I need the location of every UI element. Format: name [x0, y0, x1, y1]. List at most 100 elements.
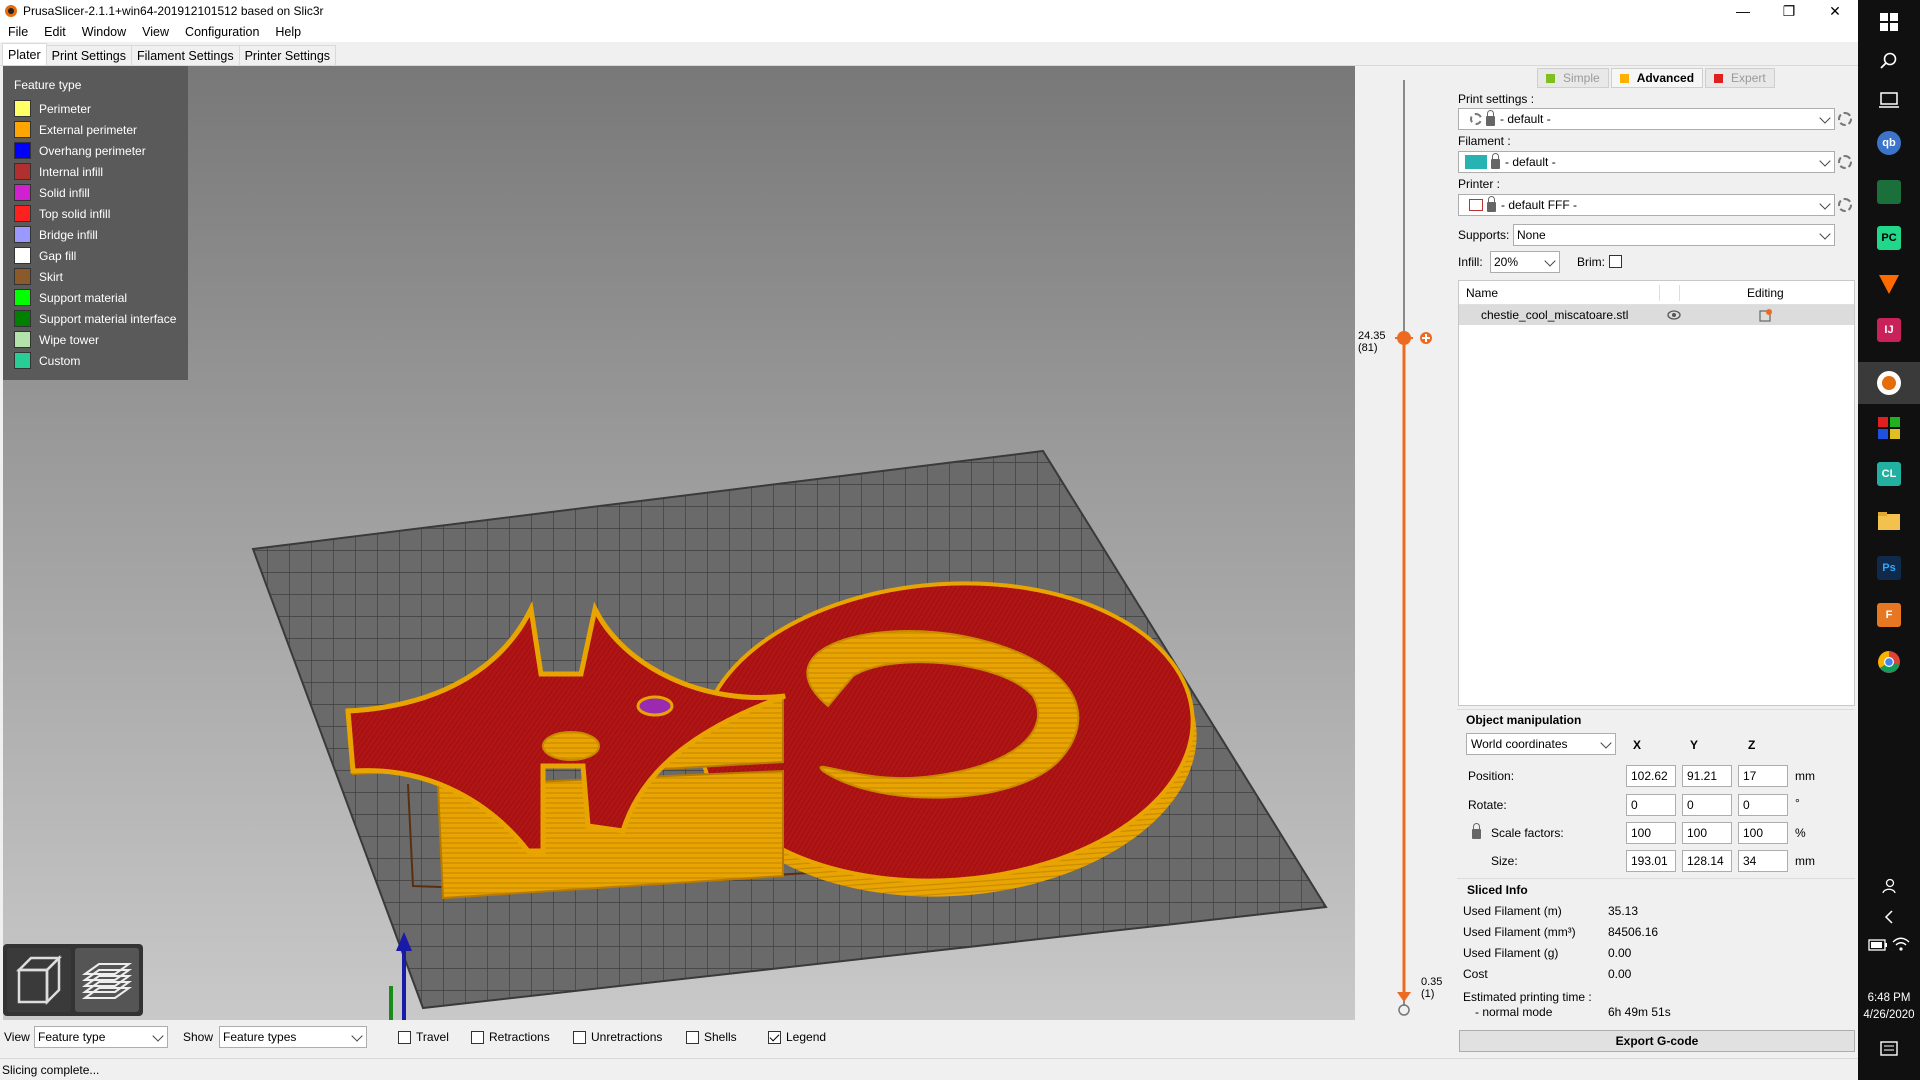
legend-label: Overhang perimeter	[39, 143, 146, 158]
axis-x-label: X	[1633, 738, 1642, 752]
show-select[interactable]: Feature types	[219, 1026, 367, 1048]
print-settings-select[interactable]: - default -	[1458, 108, 1835, 130]
view-type-select[interactable]: Feature type	[34, 1026, 168, 1048]
legend-swatch	[14, 289, 31, 306]
scale-x-input[interactable]: 100	[1626, 822, 1676, 844]
infill-select[interactable]: 20%	[1490, 251, 1560, 273]
chrome-icon[interactable]	[1877, 650, 1901, 674]
scale-unit: %	[1795, 826, 1806, 840]
size-y-input[interactable]: 128.14	[1682, 850, 1732, 872]
media-app-icon[interactable]	[1877, 180, 1901, 204]
close-button[interactable]: ✕	[1812, 0, 1858, 22]
mode-advanced-button[interactable]: Advanced	[1610, 68, 1704, 88]
mode-simple-button[interactable]: Simple	[1537, 68, 1609, 88]
rotate-y-input[interactable]: 0	[1682, 794, 1732, 816]
legend-swatch	[14, 142, 31, 159]
tab-plater[interactable]: Plater	[2, 43, 47, 65]
gcode-preview-canvas[interactable]: Feature type Perimeter External perimete…	[3, 66, 1355, 1020]
export-gcode-button[interactable]: Export G-code	[1459, 1030, 1855, 1052]
brim-checkbox[interactable]	[1609, 255, 1622, 268]
menu-configuration[interactable]: Configuration	[177, 25, 267, 39]
legend-label: External perimeter	[39, 122, 138, 137]
app-f-icon[interactable]: F	[1877, 603, 1901, 627]
eye-icon[interactable]	[1667, 309, 1681, 321]
scale-z-input[interactable]: 100	[1738, 822, 1788, 844]
travel-checkbox[interactable]: Travel	[398, 1030, 449, 1044]
legend-checkbox[interactable]: Legend	[768, 1030, 826, 1044]
purple-solid-infill	[636, 695, 674, 717]
retractions-checkbox[interactable]: Retractions	[471, 1030, 550, 1044]
printer-value: - default FFF -	[1501, 198, 1578, 212]
position-y-input[interactable]: 91.21	[1682, 765, 1732, 787]
menu-window[interactable]: Window	[74, 25, 134, 39]
minimize-button[interactable]: —	[1720, 0, 1766, 22]
menu-file[interactable]: File	[0, 25, 36, 39]
clock-date[interactable]: 4/26/2020	[1858, 1009, 1920, 1021]
retractions-label: Retractions	[489, 1030, 550, 1044]
triangle-app-icon[interactable]	[1877, 272, 1901, 296]
shells-checkbox[interactable]: Shells	[686, 1030, 737, 1044]
size-z-input[interactable]: 34	[1738, 850, 1788, 872]
qbittorrent-icon[interactable]: qb	[1877, 131, 1901, 155]
position-z-input[interactable]: 17	[1738, 765, 1788, 787]
lock-icon	[1491, 153, 1500, 169]
search-icon[interactable]	[1880, 52, 1898, 70]
windows-start-icon[interactable]	[1879, 12, 1899, 32]
show-value: Feature types	[223, 1030, 297, 1044]
task-view-icon[interactable]	[1879, 90, 1899, 108]
pycharm-icon[interactable]: PC	[1877, 226, 1901, 250]
preview-button[interactable]	[75, 948, 139, 1012]
rotate-z-input[interactable]: 0	[1738, 794, 1788, 816]
legend-item: Support material interface	[14, 308, 188, 329]
restore-button[interactable]: ❐	[1766, 0, 1812, 22]
infill-label: Infill:	[1458, 255, 1483, 269]
battery-icon[interactable]	[1868, 938, 1888, 952]
clion-icon[interactable]: CL	[1877, 462, 1901, 486]
wifi-icon[interactable]	[1892, 937, 1910, 953]
printer-gear-icon[interactable]	[1838, 198, 1852, 212]
position-x-input[interactable]: 102.62	[1626, 765, 1676, 787]
menu-view[interactable]: View	[134, 25, 177, 39]
scale-lock-icon[interactable]	[1472, 823, 1481, 839]
mode-expert-button[interactable]: Expert	[1705, 68, 1775, 88]
column-editing[interactable]: Editing	[1747, 286, 1784, 300]
status-bar: Slicing complete...	[0, 1058, 1858, 1080]
photoshop-icon[interactable]: Ps	[1877, 556, 1901, 580]
print-settings-label: Print settings :	[1458, 92, 1535, 106]
tab-filament-settings[interactable]: Filament Settings	[131, 45, 240, 65]
layer-slider[interactable]: 24.35 (81) 0.35 (1)	[1355, 66, 1455, 1020]
column-name[interactable]: Name	[1466, 286, 1498, 300]
prusaslicer-taskbar-icon[interactable]	[1877, 371, 1901, 395]
scale-y-input[interactable]: 100	[1682, 822, 1732, 844]
size-x-input[interactable]: 193.01	[1626, 850, 1676, 872]
axis-y-label: Y	[1690, 738, 1699, 752]
people-icon[interactable]	[1881, 878, 1897, 894]
colorful-app-icon[interactable]	[1877, 416, 1901, 440]
filament-gear-icon[interactable]	[1838, 155, 1852, 169]
file-explorer-icon[interactable]	[1877, 510, 1901, 532]
tab-print-settings[interactable]: Print Settings	[45, 45, 132, 65]
object-row[interactable]: chestie_cool_miscatoare.stl	[1459, 305, 1854, 325]
filament-select[interactable]: - default -	[1458, 151, 1835, 173]
printer-select[interactable]: - default FFF -	[1458, 194, 1835, 216]
photoshop-icon-glyph: Ps	[1882, 562, 1896, 574]
lower-layer-height: 0.35	[1421, 976, 1443, 988]
info-value: 35.13	[1608, 904, 1639, 918]
unretractions-checkbox[interactable]: Unretractions	[573, 1030, 662, 1044]
3d-view-button[interactable]	[7, 948, 71, 1012]
divider	[1457, 878, 1855, 879]
edit-settings-icon[interactable]	[1759, 308, 1773, 322]
rotate-x-input[interactable]: 0	[1626, 794, 1676, 816]
print-settings-gear-icon[interactable]	[1838, 112, 1852, 126]
checkbox-box-checked	[768, 1030, 781, 1044]
menu-help[interactable]: Help	[267, 25, 309, 39]
chevron-left-icon[interactable]	[1883, 910, 1895, 924]
tab-printer-settings[interactable]: Printer Settings	[238, 45, 337, 65]
upper-layer-number: (81)	[1358, 342, 1378, 354]
supports-select[interactable]: None	[1513, 224, 1835, 246]
intellij-icon[interactable]: IJ	[1877, 318, 1901, 342]
coordinates-select[interactable]: World coordinates	[1466, 733, 1616, 755]
notification-icon[interactable]	[1880, 1040, 1900, 1060]
menu-edit[interactable]: Edit	[36, 25, 74, 39]
clock-time[interactable]: 6:48 PM	[1858, 992, 1920, 1004]
